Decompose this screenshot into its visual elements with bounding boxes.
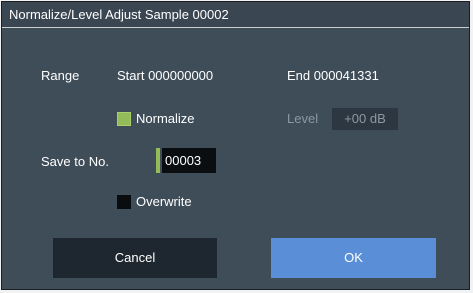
dialog-title: Normalize/Level Adjust Sample 00002 bbox=[9, 7, 229, 22]
normalize-dialog: Normalize/Level Adjust Sample 00002 Rang… bbox=[1, 1, 470, 290]
save-to-number-field[interactable]: 00003 bbox=[162, 148, 216, 173]
range-end[interactable]: End 000041331 bbox=[287, 68, 379, 83]
normalize-checkbox[interactable] bbox=[117, 112, 131, 126]
range-start[interactable]: Start 000000000 bbox=[117, 68, 213, 83]
overwrite-checkbox[interactable] bbox=[117, 195, 131, 209]
overwrite-label[interactable]: Overwrite bbox=[136, 194, 192, 209]
level-label: Level bbox=[287, 111, 319, 126]
ok-button[interactable]: OK bbox=[271, 238, 436, 278]
level-field: +00 dB bbox=[332, 108, 398, 130]
level-value: +00 dB bbox=[344, 111, 386, 126]
cancel-button[interactable]: Cancel bbox=[53, 238, 217, 278]
save-to-number-value: 00003 bbox=[165, 153, 202, 168]
dialog-title-bar: Normalize/Level Adjust Sample 00002 bbox=[2, 2, 469, 28]
normalize-label[interactable]: Normalize bbox=[136, 111, 195, 126]
field-cursor bbox=[156, 148, 160, 173]
save-to-label: Save to No. bbox=[41, 154, 109, 169]
range-label: Range bbox=[41, 68, 80, 83]
